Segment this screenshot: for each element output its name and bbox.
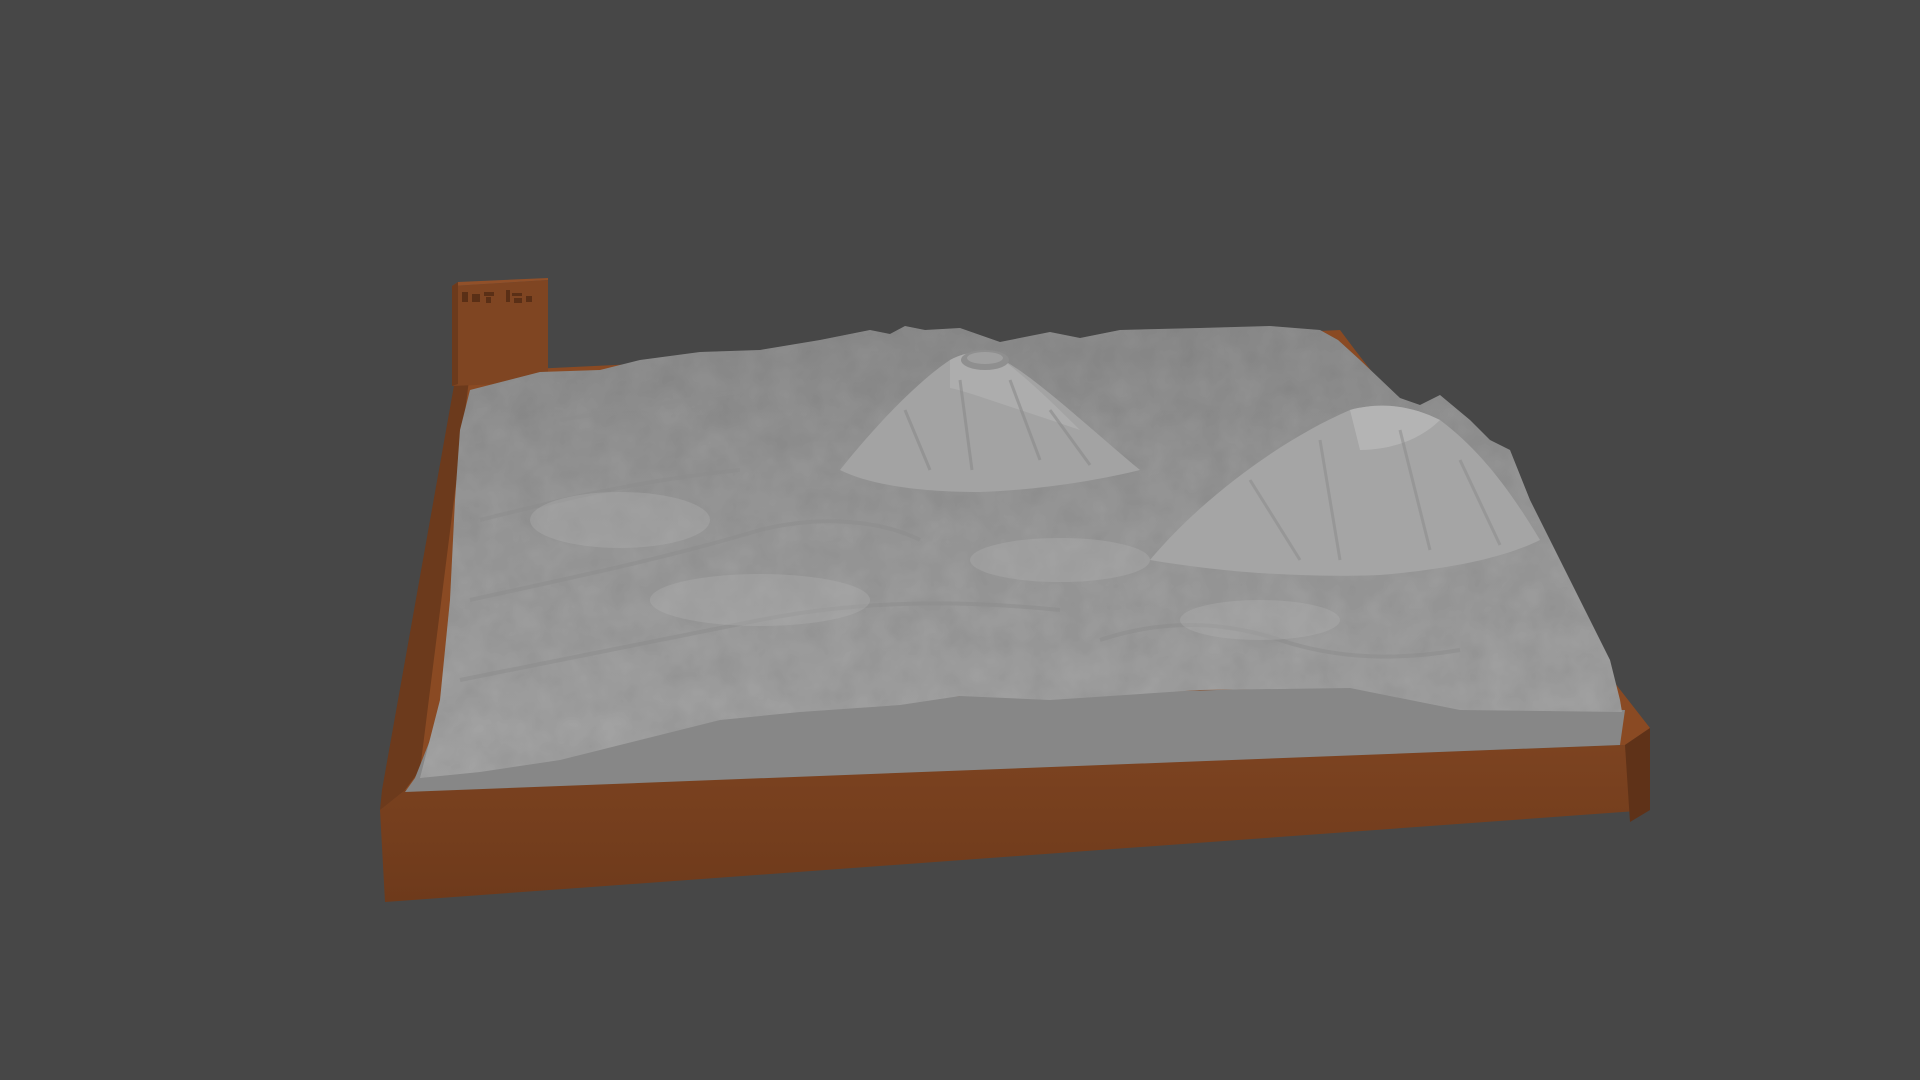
3d-viewport[interactable]	[0, 0, 1920, 1080]
terrain-model-render	[380, 278, 1650, 902]
label-tab	[452, 278, 548, 386]
